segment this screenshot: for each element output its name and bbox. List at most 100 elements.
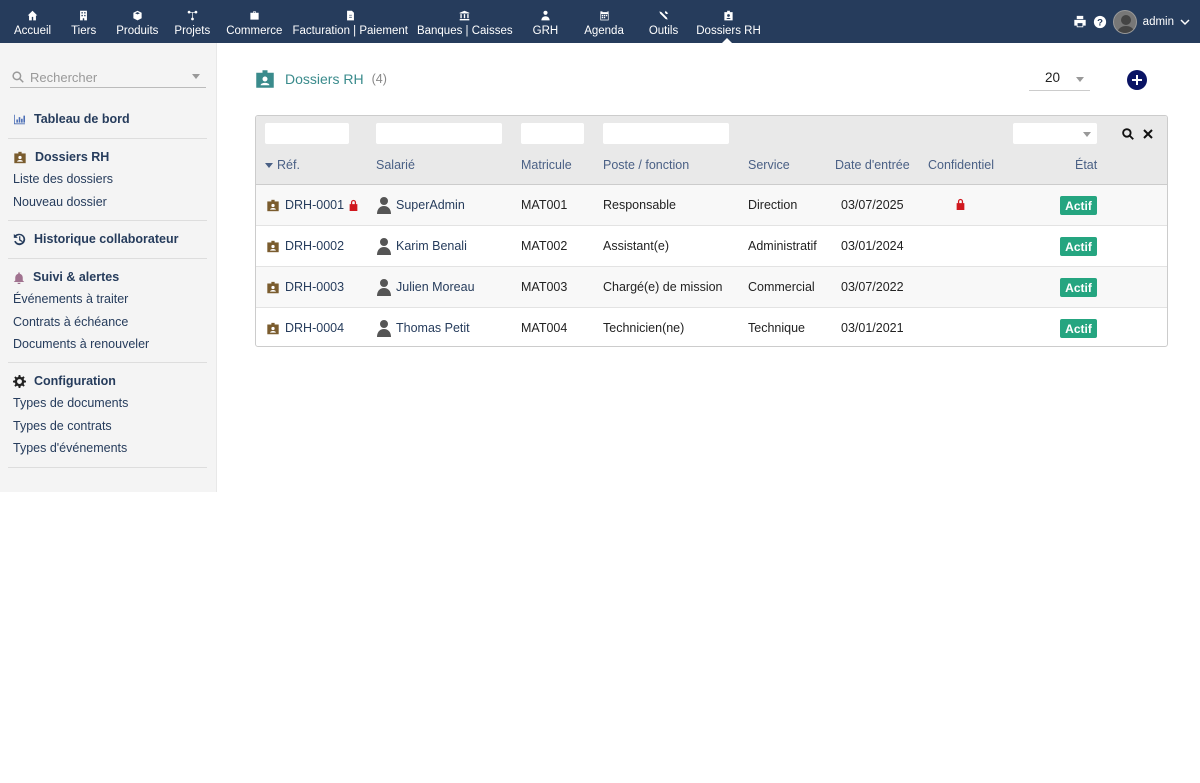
filter-ref-input[interactable]	[265, 123, 349, 144]
file-invoice-icon	[345, 8, 356, 22]
home-icon	[27, 8, 38, 22]
gear-icon	[13, 374, 26, 388]
user-area: ? admin	[1073, 0, 1190, 43]
bank-icon	[459, 8, 470, 22]
sidebar-label: Dossiers RH	[35, 150, 110, 164]
menu-item-produits[interactable]: Produits	[110, 0, 164, 43]
menu-item-dossiers-rh[interactable]: Dossiers RH	[687, 0, 767, 43]
salarie-link[interactable]: Thomas Petit	[376, 319, 470, 337]
menu-item-agenda[interactable]: Agenda	[570, 0, 637, 43]
top-navbar: Accueil Tiers Produits Projets Commerce …	[0, 0, 1200, 43]
ref-link[interactable]: DRH-0004	[266, 321, 344, 335]
sidebar-item-documents-renouveler[interactable]: Documents à renouveler	[0, 333, 217, 356]
matricule: MAT004	[521, 321, 568, 335]
id-badge-icon	[267, 281, 279, 293]
matricule: MAT002	[521, 239, 568, 253]
sidebar-item-liste-dossiers[interactable]: Liste des dossiers	[0, 168, 217, 191]
filter-matricule-input[interactable]	[521, 123, 584, 144]
menu-label: Outils	[648, 25, 679, 37]
date-entree: 03/01/2021	[841, 321, 904, 335]
chevron-down-icon[interactable]	[1180, 17, 1190, 27]
filter-salarie-input[interactable]	[376, 123, 502, 144]
user-name[interactable]: admin	[1143, 16, 1174, 28]
status-badge: Actif	[1060, 278, 1097, 297]
menu-label: Facturation | Paiement	[292, 25, 408, 37]
column-header-ref[interactable]: Réf.	[265, 158, 300, 172]
salarie-link[interactable]: SuperAdmin	[376, 196, 465, 214]
ref-link[interactable]: DRH-0001	[266, 198, 359, 212]
menu-label: GRH	[532, 25, 559, 37]
page-title: Dossiers RH (4)	[255, 69, 387, 89]
status-badge: Actif	[1060, 237, 1097, 256]
filter-poste-input[interactable]	[603, 123, 729, 144]
user-icon	[377, 279, 391, 296]
salarie-name: Julien Moreau	[396, 280, 475, 294]
ref-link[interactable]: DRH-0003	[266, 280, 344, 294]
salarie-link[interactable]: Karim Benali	[376, 237, 467, 255]
add-dossier-button[interactable]	[1127, 70, 1147, 90]
caret-down-icon	[1076, 77, 1084, 82]
id-badge-icon	[723, 8, 734, 22]
print-icon[interactable]	[1073, 15, 1087, 28]
clear-filter-icon[interactable]	[1143, 129, 1153, 139]
column-header-matricule[interactable]: Matricule	[521, 158, 572, 172]
sidebar-item-types-documents[interactable]: Types de documents	[0, 392, 217, 415]
sidebar-item-evenements[interactable]: Événements à traiter	[0, 288, 217, 311]
sidebar-item-types-evenements[interactable]: Types d'événements	[0, 437, 217, 460]
ref-text: DRH-0003	[285, 280, 345, 294]
page-size-select[interactable]: 20	[1029, 70, 1090, 91]
sidebar-item-suivi[interactable]: Suivi & alertes	[0, 266, 217, 288]
table-row: DRH-0002 Karim Benali MAT002 Assistant(e…	[256, 226, 1167, 267]
menu-item-outils[interactable]: Outils	[637, 0, 687, 43]
status-badge: Actif	[1060, 196, 1097, 215]
avatar[interactable]	[1112, 9, 1137, 34]
confidential-indicator	[955, 198, 966, 210]
id-badge-icon	[267, 199, 279, 211]
svg-text:?: ?	[1097, 17, 1103, 28]
divider	[8, 467, 207, 468]
plus-icon	[1132, 75, 1142, 85]
search-placeholder: Rechercher	[30, 69, 98, 85]
sidebar-item-dossiers-rh[interactable]: Dossiers RH	[0, 146, 217, 168]
date-entree: 03/01/2024	[841, 239, 904, 253]
sort-desc-icon	[265, 162, 273, 168]
column-header-confidentiel[interactable]: Confidentiel	[928, 158, 994, 172]
sidebar-item-types-contrats[interactable]: Types de contrats	[0, 415, 217, 438]
caret-down-icon	[1083, 132, 1091, 137]
calendar-icon	[599, 8, 610, 22]
menu-item-commerce[interactable]: Commerce	[217, 0, 287, 43]
menu-item-grh[interactable]: GRH	[519, 0, 571, 43]
user-tie-icon	[540, 8, 551, 22]
menu-item-facturation[interactable]: Facturation | Paiement	[287, 0, 413, 43]
search-icon	[12, 71, 24, 83]
sidebar-item-historique[interactable]: Historique collaborateur	[0, 228, 217, 250]
column-header-poste[interactable]: Poste / fonction	[603, 158, 689, 172]
salarie-link[interactable]: Julien Moreau	[376, 278, 475, 296]
menu-item-tiers[interactable]: Tiers	[57, 0, 110, 43]
column-header-service[interactable]: Service	[748, 158, 790, 172]
matricule: MAT003	[521, 280, 568, 294]
divider	[8, 362, 207, 363]
column-header-etat[interactable]: État	[1075, 158, 1097, 172]
service: Administratif	[748, 239, 817, 253]
column-header-date[interactable]: Date d'entrée	[835, 158, 910, 172]
sidebar-item-configuration[interactable]: Configuration	[0, 370, 217, 392]
menu-item-accueil[interactable]: Accueil	[0, 0, 57, 43]
menu-item-banques[interactable]: Banques | Caisses	[413, 0, 519, 43]
sidebar-item-nouveau-dossier[interactable]: Nouveau dossier	[0, 191, 217, 214]
search-input[interactable]: Rechercher	[10, 67, 206, 88]
lock-icon	[349, 199, 358, 211]
tools-icon	[658, 8, 669, 22]
sidebar-label: Configuration	[34, 374, 116, 388]
date-entree: 03/07/2022	[841, 280, 904, 294]
ref-link[interactable]: DRH-0002	[266, 239, 344, 253]
sidebar-item-contrats-echeance[interactable]: Contrats à échéance	[0, 311, 217, 334]
id-badge-icon	[256, 70, 274, 88]
filter-etat-select[interactable]	[1013, 123, 1097, 144]
menu-item-projets[interactable]: Projets	[164, 0, 217, 43]
menu-label: Tiers	[71, 25, 97, 37]
sidebar-item-dashboard[interactable]: Tableau de bord	[0, 108, 217, 130]
help-icon[interactable]: ?	[1093, 15, 1107, 29]
column-header-salarie[interactable]: Salarié	[376, 158, 415, 172]
search-icon[interactable]	[1122, 128, 1134, 140]
